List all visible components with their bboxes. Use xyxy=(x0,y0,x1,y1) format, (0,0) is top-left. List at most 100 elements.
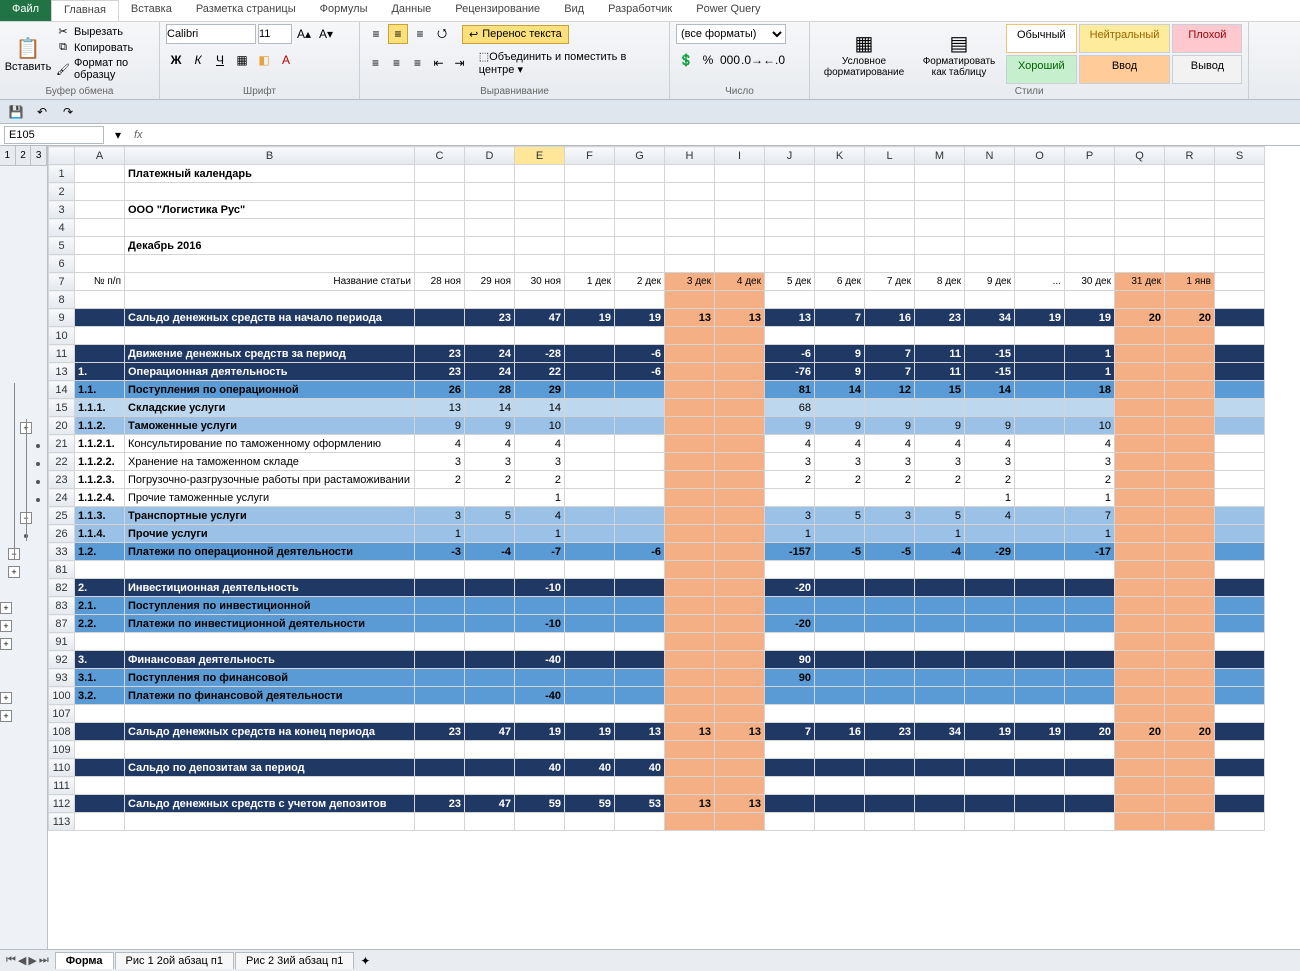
cell-F87[interactable] xyxy=(565,615,615,633)
cell-L3[interactable] xyxy=(865,201,915,219)
cell-O108[interactable]: 19 xyxy=(1015,723,1065,741)
cell-M11[interactable]: 11 xyxy=(915,345,965,363)
cell-H13[interactable] xyxy=(665,363,715,381)
cell-M26[interactable]: 1 xyxy=(915,525,965,543)
cell-M8[interactable] xyxy=(915,291,965,309)
cell-M23[interactable]: 2 xyxy=(915,471,965,489)
cell-O26[interactable] xyxy=(1015,525,1065,543)
cell-I9[interactable]: 13 xyxy=(715,309,765,327)
cell-F112[interactable]: 59 xyxy=(565,795,615,813)
row-header-11[interactable]: 11 xyxy=(49,345,75,363)
cell-L24[interactable] xyxy=(865,489,915,507)
cell-N26[interactable] xyxy=(965,525,1015,543)
cell-O21[interactable] xyxy=(1015,435,1065,453)
cell-R33[interactable] xyxy=(1165,543,1215,561)
cell-B82[interactable]: Инвестиционная деятельность xyxy=(125,579,415,597)
row-header-108[interactable]: 108 xyxy=(49,723,75,741)
cell-G1[interactable] xyxy=(615,165,665,183)
cell-R1[interactable] xyxy=(1165,165,1215,183)
cell-L112[interactable] xyxy=(865,795,915,813)
cell-Q107[interactable] xyxy=(1115,705,1165,723)
col-header-H[interactable]: H xyxy=(665,147,715,165)
cell-D26[interactable] xyxy=(465,525,515,543)
cell-H4[interactable] xyxy=(665,219,715,237)
cell-P23[interactable]: 2 xyxy=(1065,471,1115,489)
cell-E2[interactable] xyxy=(515,183,565,201)
cell-P15[interactable] xyxy=(1065,399,1115,417)
cell-P26[interactable]: 1 xyxy=(1065,525,1115,543)
cell-E112[interactable]: 59 xyxy=(515,795,565,813)
cell-A87[interactable]: 2.2. xyxy=(75,615,125,633)
cell-N108[interactable]: 19 xyxy=(965,723,1015,741)
outline-toggle[interactable]: + xyxy=(8,566,20,578)
col-header-A[interactable]: A xyxy=(75,147,125,165)
align-top-button[interactable]: ≡ xyxy=(366,24,386,44)
row-header-93[interactable]: 93 xyxy=(49,669,75,687)
cell-G15[interactable] xyxy=(615,399,665,417)
cell-J7[interactable]: 5 дек xyxy=(765,273,815,291)
cell-Q26[interactable] xyxy=(1115,525,1165,543)
inc-decimal-button[interactable]: .0→ xyxy=(742,50,762,70)
format-as-table-button[interactable]: ▤ Форматировать как таблицу xyxy=(916,24,1002,84)
cell-O112[interactable] xyxy=(1015,795,1065,813)
cell-E91[interactable] xyxy=(515,633,565,651)
cell-F24[interactable] xyxy=(565,489,615,507)
cell-D15[interactable]: 14 xyxy=(465,399,515,417)
cell-N2[interactable] xyxy=(965,183,1015,201)
cell-R20[interactable] xyxy=(1165,417,1215,435)
cell-O81[interactable] xyxy=(1015,561,1065,579)
cell-A91[interactable] xyxy=(75,633,125,651)
cell-R4[interactable] xyxy=(1165,219,1215,237)
cell-H108[interactable]: 13 xyxy=(665,723,715,741)
cell-M109[interactable] xyxy=(915,741,965,759)
cell-O100[interactable] xyxy=(1015,687,1065,705)
cell-P13[interactable]: 1 xyxy=(1065,363,1115,381)
cell-I11[interactable] xyxy=(715,345,765,363)
cell-G26[interactable] xyxy=(615,525,665,543)
select-all-button[interactable] xyxy=(49,147,75,165)
cell-S92[interactable] xyxy=(1215,651,1265,669)
cell-P109[interactable] xyxy=(1065,741,1115,759)
cell-A21[interactable]: 1.1.2.1. xyxy=(75,435,125,453)
cell-styles-gallery[interactable]: Обычный Нейтральный Плохой Хороший Ввод … xyxy=(1006,24,1242,84)
cell-H111[interactable] xyxy=(665,777,715,795)
cell-O20[interactable] xyxy=(1015,417,1065,435)
cell-K21[interactable]: 4 xyxy=(815,435,865,453)
cell-C6[interactable] xyxy=(415,255,465,273)
col-header-P[interactable]: P xyxy=(1065,147,1115,165)
cell-I93[interactable] xyxy=(715,669,765,687)
cell-M1[interactable] xyxy=(915,165,965,183)
cell-N109[interactable] xyxy=(965,741,1015,759)
worksheet-grid[interactable]: ABCDEFGHIJKLMNOPQRS1Платежный календарь2… xyxy=(48,146,1300,949)
cell-J100[interactable] xyxy=(765,687,815,705)
row-header-8[interactable]: 8 xyxy=(49,291,75,309)
cell-A93[interactable]: 3.1. xyxy=(75,669,125,687)
cell-B81[interactable] xyxy=(125,561,415,579)
cell-B7[interactable]: Название статьи xyxy=(125,273,415,291)
cell-E5[interactable] xyxy=(515,237,565,255)
cell-K33[interactable]: -5 xyxy=(815,543,865,561)
outline-toggle[interactable]: + xyxy=(0,710,12,722)
cell-A22[interactable]: 1.1.2.2. xyxy=(75,453,125,471)
cell-O4[interactable] xyxy=(1015,219,1065,237)
cell-D14[interactable]: 28 xyxy=(465,381,515,399)
cell-M5[interactable] xyxy=(915,237,965,255)
cell-A33[interactable]: 1.2. xyxy=(75,543,125,561)
cell-D11[interactable]: 24 xyxy=(465,345,515,363)
cell-F33[interactable] xyxy=(565,543,615,561)
cell-K24[interactable] xyxy=(815,489,865,507)
row-header-112[interactable]: 112 xyxy=(49,795,75,813)
cell-J26[interactable]: 1 xyxy=(765,525,815,543)
tab-view[interactable]: Вид xyxy=(552,0,596,21)
cell-I92[interactable] xyxy=(715,651,765,669)
outline-level-1[interactable]: 1 xyxy=(0,146,16,165)
cell-B112[interactable]: Сальдо денежных средств с учетом депозит… xyxy=(125,795,415,813)
cell-I14[interactable] xyxy=(715,381,765,399)
cell-P6[interactable] xyxy=(1065,255,1115,273)
cell-H112[interactable]: 13 xyxy=(665,795,715,813)
cell-L82[interactable] xyxy=(865,579,915,597)
cell-R11[interactable] xyxy=(1165,345,1215,363)
cell-D4[interactable] xyxy=(465,219,515,237)
cell-F81[interactable] xyxy=(565,561,615,579)
cell-M83[interactable] xyxy=(915,597,965,615)
